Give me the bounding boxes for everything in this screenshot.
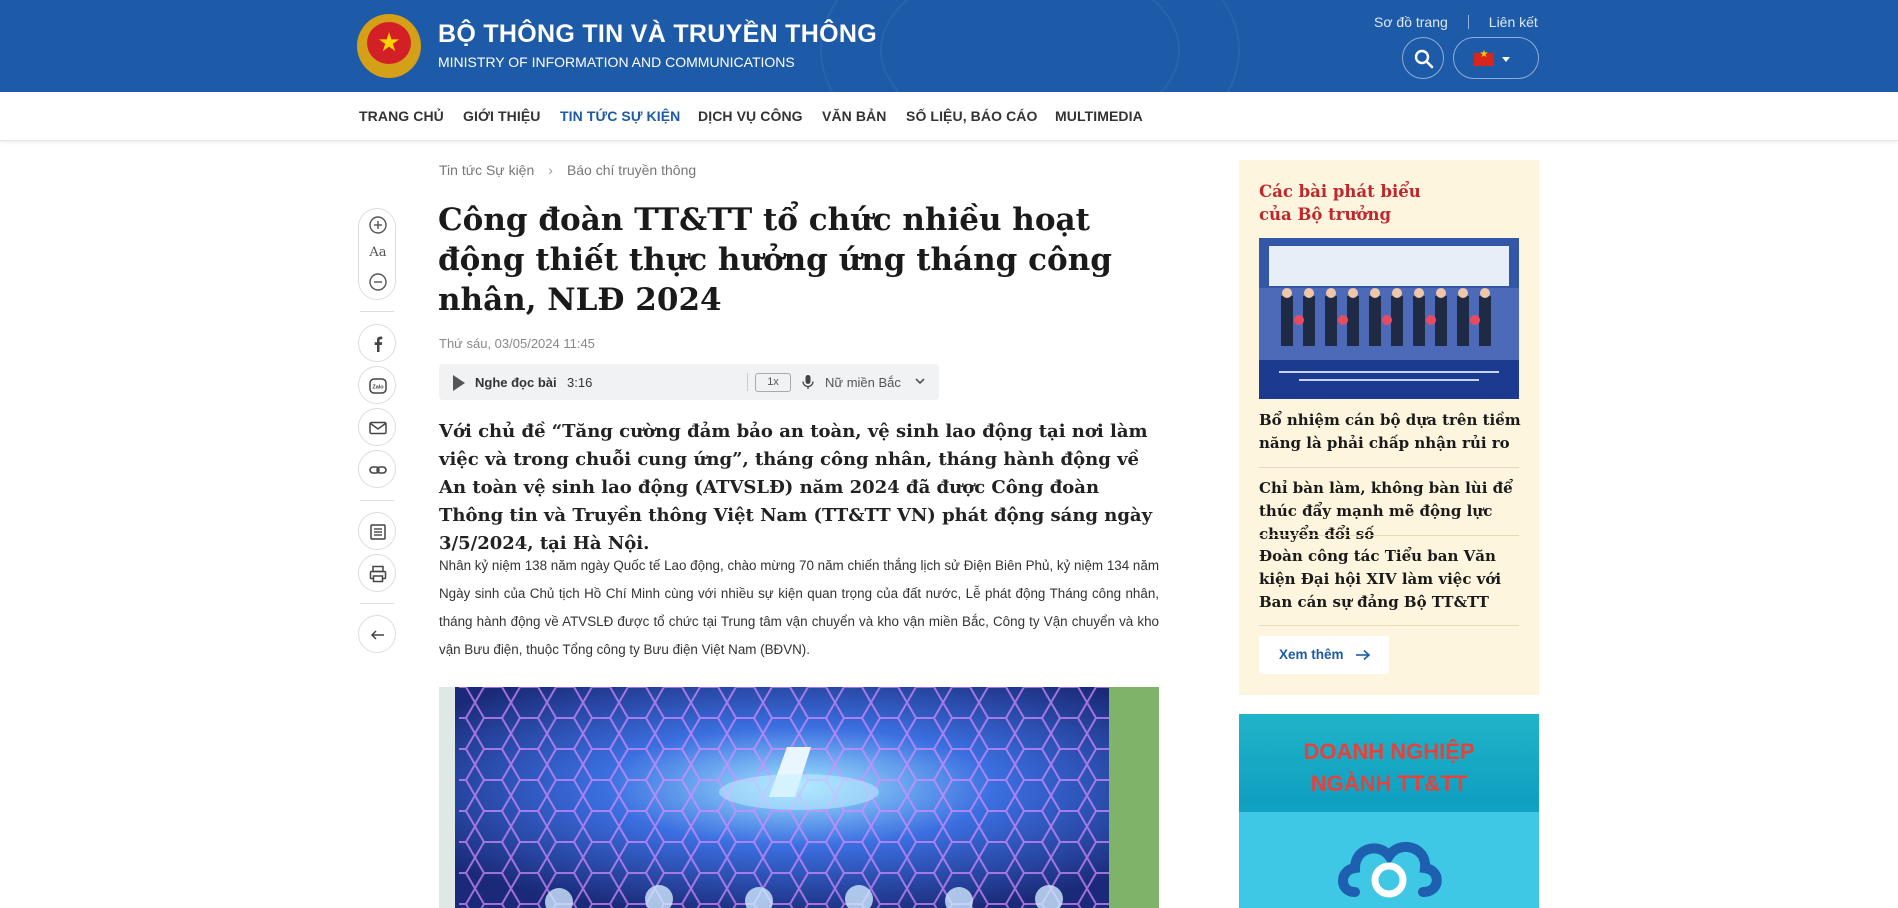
industry-enterprises-banner[interactable]: DOANH NGHIỆP NGÀNH TT&TT xyxy=(1239,714,1539,908)
link-icon xyxy=(369,466,387,474)
sidebar-title[interactable]: Các bài phát biểu của Bộ trưởng xyxy=(1259,180,1459,226)
cloud-logo-icon xyxy=(1338,842,1442,898)
audio-duration: 3:16 xyxy=(567,375,593,390)
nav-item-multimedia[interactable]: MULTIMEDIA xyxy=(1055,108,1143,124)
table-of-contents-button[interactable] xyxy=(358,512,396,550)
search-icon xyxy=(1414,49,1434,69)
divider xyxy=(360,311,394,312)
facebook-icon xyxy=(374,336,383,352)
breadcrumb-item[interactable]: Tin tức Sự kiện xyxy=(439,162,534,178)
share-zalo-button[interactable]: Zalo xyxy=(358,366,396,404)
sidebar-article-link[interactable]: Đoàn công tác Tiểu ban Văn kiện Đại hội … xyxy=(1259,545,1521,614)
minister-speeches-box: Các bài phát biểu của Bộ trưởng Bổ nhiệm… xyxy=(1239,160,1539,695)
breadcrumb: Tin tức Sự kiện › Báo chí truyền thông xyxy=(439,162,696,178)
sidebar-article-link[interactable]: Bổ nhiệm cán bộ dựa trên tiềm năng là ph… xyxy=(1259,409,1521,455)
divider xyxy=(1259,625,1519,626)
chevron-down-icon[interactable] xyxy=(913,374,927,388)
banner-title: DOANH NGHIỆP NGÀNH TT&TT xyxy=(1239,736,1539,800)
site-subtitle[interactable]: MINISTRY OF INFORMATION AND COMMUNICATIO… xyxy=(438,54,795,70)
stage-scene-image xyxy=(439,687,1159,908)
main-nav: TRANG CHỦ GIỚI THIỆU TIN TỨC SỰ KIỆN DỊC… xyxy=(0,92,1898,141)
article-title: Công đoàn TT&TT tổ chức nhiều hoạt động … xyxy=(438,202,1112,318)
site-title[interactable]: BỘ THÔNG TIN VÀ TRUYỀN THÔNG xyxy=(438,20,877,49)
divider xyxy=(360,603,394,604)
audio-label[interactable]: Nghe đọc bài xyxy=(475,375,557,390)
zoom-out-icon[interactable] xyxy=(368,272,388,292)
article-photo[interactable] xyxy=(439,687,1159,908)
nav-item-about[interactable]: GIỚI THIỆU xyxy=(463,108,541,124)
divider xyxy=(1467,15,1469,29)
zalo-icon: Zalo xyxy=(369,378,387,394)
article-lead: Với chủ đề “Tăng cường đảm bảo an toàn, … xyxy=(439,421,1153,554)
voice-selector[interactable]: Nữ miền Bắc xyxy=(825,375,901,390)
top-links: Sơ đồ trang Liên kết xyxy=(1374,14,1538,30)
print-button[interactable] xyxy=(358,554,396,592)
article-body: Nhân kỷ niệm 138 năm ngày Quốc tế Lao độ… xyxy=(439,558,1159,657)
svg-text:Zalo: Zalo xyxy=(372,385,384,391)
language-selector[interactable]: ★ xyxy=(1453,37,1539,79)
share-email-button[interactable] xyxy=(358,408,396,446)
chevron-right-icon: › xyxy=(548,162,553,178)
search-button[interactable] xyxy=(1402,37,1444,79)
chevron-down-icon xyxy=(1502,57,1510,62)
back-arrow-icon xyxy=(370,630,384,640)
banner-title-line: NGÀNH TT&TT xyxy=(1310,771,1468,796)
sitemap-link[interactable]: Sơ đồ trang xyxy=(1374,14,1448,30)
font-size-label: Aa xyxy=(369,245,387,260)
microphone-icon xyxy=(802,375,814,389)
nav-item-news[interactable]: TIN TỨC SỰ KIỆN xyxy=(560,108,680,124)
see-more-label: Xem thêm xyxy=(1279,647,1344,662)
divider xyxy=(747,373,748,391)
breadcrumb-item[interactable]: Báo chí truyền thông xyxy=(567,162,696,178)
header-background-pattern xyxy=(880,0,1180,92)
see-more-button[interactable]: Xem thêm xyxy=(1259,636,1389,674)
email-icon xyxy=(369,421,387,435)
links-link[interactable]: Liên kết xyxy=(1489,14,1538,30)
nav-item-statistics[interactable]: SỐ LIỆU, BÁO CÁO xyxy=(906,108,1038,124)
vietnam-flag-icon: ★ xyxy=(1474,49,1494,66)
group-photo-image xyxy=(1259,238,1519,399)
list-icon xyxy=(370,524,386,540)
national-emblem-icon[interactable]: ★ xyxy=(357,14,421,78)
zoom-in-icon[interactable] xyxy=(368,215,388,235)
divider xyxy=(1259,467,1519,468)
divider xyxy=(360,500,394,501)
print-icon xyxy=(369,565,387,583)
banner-title-line: DOANH NGHIỆP xyxy=(1303,739,1475,764)
arrow-right-icon xyxy=(1356,649,1371,661)
site-header: ★ BỘ THÔNG TIN VÀ TRUYỀN THÔNG MINISTRY … xyxy=(0,0,1898,92)
nav-item-home[interactable]: TRANG CHỦ xyxy=(359,108,444,124)
share-facebook-button[interactable] xyxy=(358,324,396,362)
playback-speed-button[interactable]: 1x xyxy=(755,373,791,392)
nav-item-public-services[interactable]: DỊCH VỤ CÔNG xyxy=(698,108,803,124)
divider xyxy=(1259,535,1519,536)
font-size-control: Aa xyxy=(358,208,396,300)
back-button[interactable] xyxy=(358,615,396,653)
copy-link-button[interactable] xyxy=(358,450,396,488)
audio-player: Nghe đọc bài 3:16 1x Nữ miền Bắc xyxy=(439,364,939,400)
sidebar-featured-photo[interactable] xyxy=(1259,238,1519,399)
article-date: Thứ sáu, 03/05/2024 11:45 xyxy=(439,336,595,351)
play-icon[interactable] xyxy=(453,375,465,391)
nav-item-documents[interactable]: VĂN BẢN xyxy=(822,108,886,124)
